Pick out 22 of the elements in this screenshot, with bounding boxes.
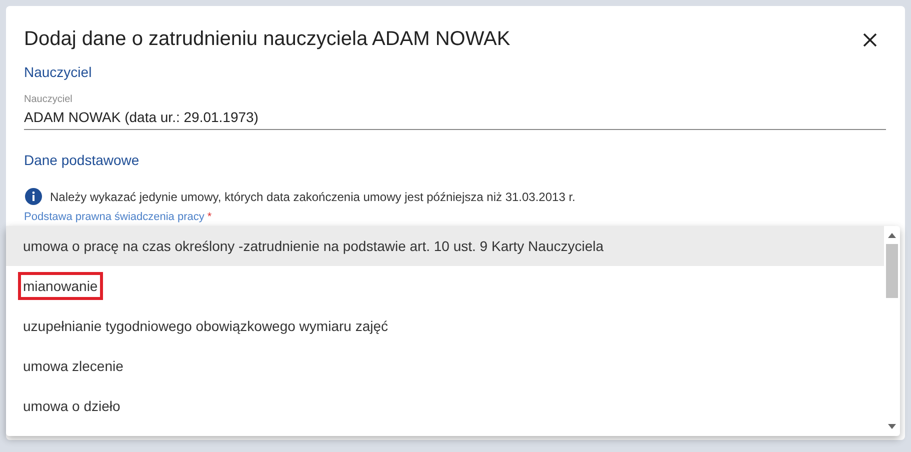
option-text: umowa zlecenie — [22, 357, 124, 376]
dropdown-option[interactable]: mianowanie — [6, 266, 884, 306]
highlighted-option-text: mianowanie — [18, 272, 103, 300]
dropdown-option[interactable]: uzupełnianie tygodniowego obowiązkowego wymiaru zajęć — [6, 306, 884, 346]
dropdown-option[interactable]: umowa zlecenie — [6, 346, 884, 386]
close-icon — [863, 32, 877, 46]
scroll-down-icon[interactable] — [888, 424, 896, 430]
section-heading: Nauczyciel — [24, 64, 93, 80]
dialog-title: Dodaj dane o zatrudnieniu nauczyciela ADAM NOWAK — [24, 28, 510, 51]
info-icon — [25, 188, 42, 205]
option-text: umowa o pracę na czas określony -zatrudnienie na podstawie art. 10 ust. 9 Karty Nauczyciela — [22, 237, 605, 256]
scroll-up-icon[interactable] — [888, 232, 896, 238]
scrollbar-thumb[interactable] — [886, 244, 898, 298]
option-text: uzupełnianie tygodniowego obowiązkowego wymiaru zajęć — [22, 317, 389, 336]
dropdown-option[interactable]: umowa o pracę na czas określony -zatrudnienie na podstawie art. 10 ust. 9 Karty Nauczyciela — [6, 226, 884, 266]
field-label: Podstawa prawna świadczenia pracy — [24, 211, 204, 223]
required-mark: * — [207, 211, 212, 223]
teacher-field[interactable]: Nauczyciel ADAM NOWAK (data ur.: 29.01.1973) — [24, 94, 886, 130]
section-heading: Dane podstawowe — [24, 152, 140, 168]
dropdown-option[interactable]: umowa o dzieło — [6, 386, 884, 426]
info-text: Należy wykazać jedynie umowy, których data zakończenia umowy jest późniejsza niż 31.03.2013 r. — [50, 190, 576, 204]
option-text: umowa o dzieło — [22, 397, 122, 416]
